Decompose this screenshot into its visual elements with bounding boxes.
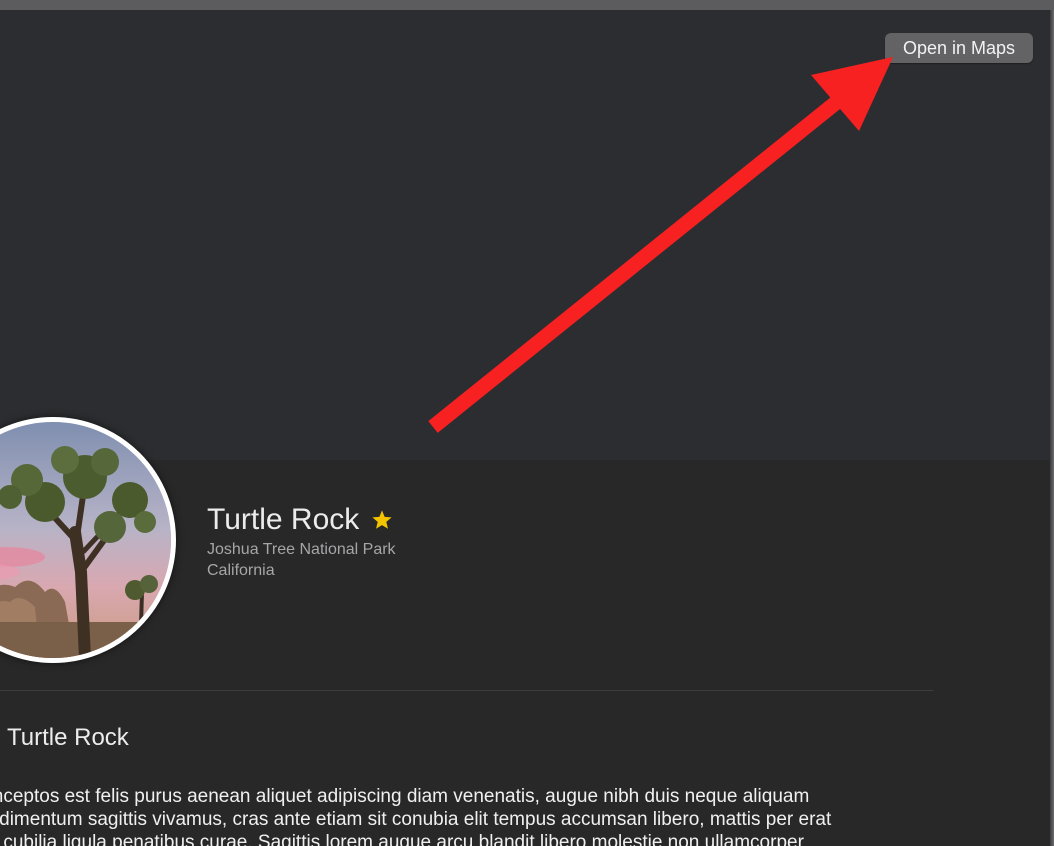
landmark-description: t inceptos est felis purus aenean alique… — [0, 786, 832, 846]
map-view[interactable] — [0, 10, 1050, 460]
park-name: Joshua Tree National Park — [207, 541, 396, 558]
landmark-title-row: Turtle Rock — [207, 500, 393, 540]
landmark-name: Turtle Rock — [207, 503, 360, 536]
window-top-strip — [0, 0, 1054, 10]
about-heading: Turtle Rock — [7, 724, 129, 751]
star-filled-icon[interactable] — [371, 509, 393, 531]
window-right-edge — [1050, 10, 1054, 846]
state-name: California — [207, 562, 275, 579]
section-divider — [0, 690, 933, 691]
landmark-detail-window: Open in Maps Turtle Rock Joshua Tree Nat… — [0, 0, 1054, 846]
open-in-maps-button[interactable]: Open in Maps — [885, 33, 1033, 63]
